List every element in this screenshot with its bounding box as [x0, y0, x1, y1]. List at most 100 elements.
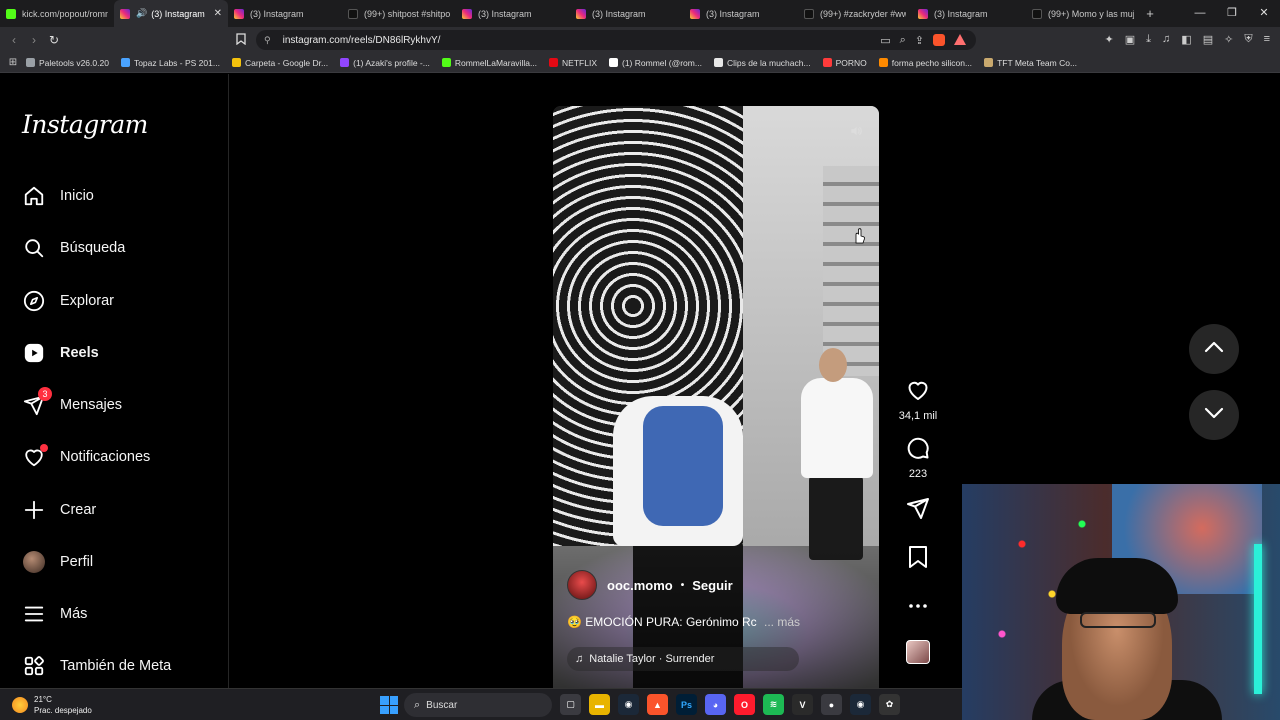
bookmark-item[interactable]: Clips de la muchach...	[713, 58, 811, 68]
browser-tab[interactable]: (99+) shitpost #shitpos	[342, 0, 456, 27]
browser-tab[interactable]: (3) Instagram	[912, 0, 1026, 27]
sidebar-item-mensajes[interactable]: 3 Mensajes	[22, 387, 122, 417]
discord-icon[interactable]: ◕	[705, 694, 726, 715]
browser-tab[interactable]: (99+) Momo y las muje	[1026, 0, 1140, 27]
steam-icon[interactable]: ◉	[850, 694, 871, 715]
bookmark-icon[interactable]	[907, 545, 929, 574]
browser-tab[interactable]: (99+) #zackryder #ww	[798, 0, 912, 27]
share-icon[interactable]: ⇪	[915, 34, 924, 47]
browser-tab-active[interactable]: 🔊 (3) Instagram ✕	[114, 0, 228, 27]
brave-rewards-icon[interactable]	[954, 34, 966, 45]
browser-tab[interactable]: kick.com/popout/romm	[0, 0, 114, 27]
url-bar[interactable]: ⚲ instagram.com/reels/DN86lRykhvY/ ▭ ⌕ ⇪	[256, 30, 976, 50]
audio-thumbnail[interactable]	[906, 640, 930, 664]
forward-arrow-icon[interactable]: ›	[24, 33, 44, 47]
sidebar-item-reels[interactable]: Reels	[22, 341, 99, 365]
author-username[interactable]: ooc.momo	[607, 578, 673, 593]
sidebar-item-busqueda[interactable]: Búsqueda	[22, 236, 125, 260]
sidebar-item-explorar[interactable]: Explorar	[22, 289, 114, 313]
wallet-icon[interactable]: ▤	[1203, 33, 1213, 46]
new-tab-button[interactable]: +	[1140, 6, 1160, 21]
picture-in-picture-icon[interactable]: ▭	[880, 34, 890, 47]
leo-ai-icon[interactable]: ✧	[1224, 33, 1233, 46]
next-reel-button[interactable]	[1189, 390, 1239, 440]
downloads-icon[interactable]: ⤓	[1146, 33, 1151, 46]
sidebar-item-notificaciones[interactable]: Notificaciones	[22, 444, 150, 469]
sidebar-item-inicio[interactable]: Inicio	[22, 184, 94, 208]
comment-action[interactable]: 223	[906, 436, 930, 480]
steam-icon[interactable]: ◉	[618, 694, 639, 715]
vpn-icon[interactable]: ⛨	[1244, 33, 1252, 46]
save-action[interactable]	[907, 545, 929, 574]
bookmark-item[interactable]: (1) Azaki's profile -...	[340, 58, 430, 68]
sidebar-item-mas[interactable]: Más	[22, 602, 87, 626]
caption-more-link[interactable]: ... más	[764, 615, 800, 629]
instagram-logo[interactable]: Instagram	[22, 110, 148, 139]
taskbar-search[interactable]: ⌕ Buscar	[404, 693, 552, 717]
close-tab-icon[interactable]: ✕	[214, 8, 222, 19]
windows-start-icon[interactable]	[380, 696, 398, 714]
brave-browser-icon[interactable]: ▲	[647, 694, 668, 715]
browser-tab[interactable]: (3) Instagram	[684, 0, 798, 27]
heart-icon[interactable]	[906, 378, 930, 407]
site-info-icon[interactable]: ⚲	[264, 35, 271, 46]
app-icon[interactable]: ✿	[879, 694, 900, 715]
task-view-icon[interactable]: ▢	[560, 694, 581, 715]
previous-reel-button[interactable]	[1189, 324, 1239, 374]
bookmark-item[interactable]: NETFLIX	[549, 58, 597, 68]
media-icon[interactable]: ♫	[1162, 33, 1170, 46]
bookmark-item[interactable]: forma pecho silicon...	[878, 58, 972, 68]
reel-video[interactable]: ooc.momo • Seguir 🥹 EMOCIÓN PURA: Geróni…	[553, 106, 879, 688]
audio-playing-icon[interactable]: 🔊	[136, 8, 147, 19]
share-icon[interactable]	[906, 496, 930, 525]
weather-widget[interactable]: 21°C Prac. despejado	[12, 694, 92, 716]
bookmark-item[interactable]: Topaz Labs - PS 201...	[120, 58, 220, 68]
valorant-icon[interactable]: V	[792, 694, 813, 715]
brave-shields-icon[interactable]	[933, 34, 945, 46]
like-count[interactable]: 34,1 mil	[899, 410, 938, 422]
bookmark-item[interactable]: PORNO	[822, 58, 867, 68]
menu-icon[interactable]: ≡	[1264, 33, 1270, 46]
comment-icon[interactable]	[906, 436, 930, 465]
browser-tab[interactable]: (3) Instagram	[456, 0, 570, 27]
reel-audio[interactable]: ♫ Natalie Taylor · Surrender	[567, 647, 799, 671]
sound-toggle-icon[interactable]	[845, 120, 867, 142]
minimize-icon[interactable]: —	[1184, 0, 1216, 27]
sidebar-item-tambien-de-meta[interactable]: También de Meta	[22, 654, 171, 678]
sidebar-toggle-icon[interactable]: ▣	[1125, 33, 1135, 46]
more-options-action[interactable]	[908, 596, 928, 614]
bookmark-item[interactable]: Carpeta - Google Dr...	[231, 58, 328, 68]
audio-page-action[interactable]	[906, 640, 930, 664]
bookmark-item[interactable]: TFT Meta Team Co...	[984, 58, 1077, 68]
sidebar-icon[interactable]: ◧	[1181, 33, 1191, 46]
reel-author[interactable]: ooc.momo • Seguir	[567, 570, 733, 600]
bookmark-item[interactable]: RommelLaMaravilla...	[441, 58, 537, 68]
close-window-icon[interactable]: ✕	[1248, 0, 1280, 27]
comment-count[interactable]: 223	[909, 468, 927, 480]
photoshop-icon[interactable]: Ps	[676, 694, 697, 715]
restore-icon[interactable]: ❐	[1216, 0, 1248, 27]
reel-caption[interactable]: 🥹 EMOCIÓN PURA: Gerónimo Rc ... más	[567, 615, 800, 629]
sidebar-item-perfil[interactable]: Perfil	[22, 550, 93, 574]
author-avatar[interactable]	[567, 570, 597, 600]
spotify-icon[interactable]: ≋	[763, 694, 784, 715]
more-options-icon[interactable]	[908, 596, 928, 614]
bookmark-item[interactable]: Paletools v26.0.20	[26, 58, 109, 68]
apps-grid-icon[interactable]: ⊞	[0, 57, 26, 68]
like-action[interactable]: 34,1 mil	[899, 378, 938, 422]
browser-tab[interactable]: (3) Instagram	[228, 0, 342, 27]
bookmark-item[interactable]: (1) Rommel (@rom...	[609, 58, 702, 68]
sidebar-item-crear[interactable]: Crear	[22, 498, 96, 522]
opera-icon[interactable]: O	[734, 694, 755, 715]
share-action[interactable]	[906, 496, 930, 525]
app-icon[interactable]: ●	[821, 694, 842, 715]
file-explorer-icon[interactable]: ▬	[589, 694, 610, 715]
url-text[interactable]: instagram.com/reels/DN86lRykhvY/	[283, 35, 441, 46]
back-arrow-icon[interactable]: ‹	[4, 33, 24, 47]
bookmark-page-icon[interactable]	[236, 33, 246, 48]
zoom-icon[interactable]: ⌕	[900, 34, 906, 47]
browser-tab[interactable]: (3) Instagram	[570, 0, 684, 27]
reload-icon[interactable]: ↻	[44, 33, 64, 47]
follow-button[interactable]: Seguir	[692, 578, 732, 593]
extensions-icon[interactable]: ✦	[1105, 33, 1114, 46]
